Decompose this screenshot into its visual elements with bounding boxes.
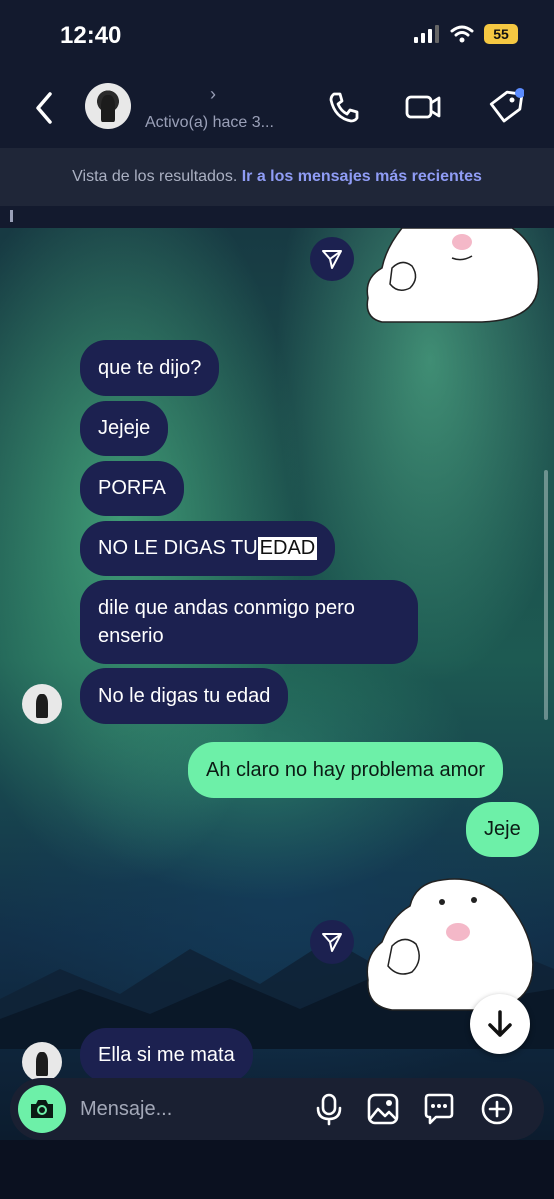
message-text: No le digas tu edad [98, 684, 271, 707]
presence-status[interactable]: Activo(a) hace 3... [145, 114, 274, 132]
chat-header: › Activo(a) hace 3... [0, 70, 554, 148]
message-incoming[interactable]: NO LE DIGAS TU EDAD [80, 521, 336, 576]
status-bar: 12:40 55 [0, 0, 554, 70]
banner-divider [0, 206, 554, 228]
message-outgoing[interactable]: Ah claro no hay problema amor [188, 742, 504, 798]
message-text-line: dile que andas conmigo pero [98, 597, 355, 619]
share-button[interactable] [310, 237, 354, 281]
send-icon [322, 933, 342, 952]
message-incoming[interactable]: Ella si me mata [80, 1028, 253, 1082]
microphone-icon[interactable] [312, 1092, 346, 1126]
bottom-safe-area [0, 1140, 554, 1199]
chat-bubble-icon[interactable] [422, 1092, 456, 1126]
message-incoming[interactable]: PORFA [80, 461, 184, 516]
message-text: PORFA [98, 477, 166, 499]
jump-to-recent-link[interactable]: Ir a los mensajes más recientes [242, 168, 482, 185]
message-incoming[interactable]: No le digas tu edad [80, 668, 289, 724]
scroll-to-bottom-button[interactable] [470, 994, 530, 1054]
image-icon[interactable] [366, 1092, 400, 1126]
chevron-right-icon[interactable]: › [210, 84, 216, 105]
message-incoming[interactable]: dile que andas conmigo pero enserio [80, 580, 418, 664]
arrow-down-icon [488, 1010, 512, 1037]
sender-avatar[interactable] [22, 1042, 62, 1082]
message-text: Ah claro no hay problema amor [206, 758, 486, 781]
search-results-banner: Vista de los resultados. Ir a los mensaj… [0, 148, 554, 206]
message-text: NO LE DIGAS TU [98, 537, 258, 559]
message-outgoing[interactable]: Jeje [466, 802, 539, 857]
camera-button[interactable] [18, 1085, 66, 1133]
camera-icon [31, 1100, 53, 1118]
message-text: Jeje [484, 818, 521, 840]
contact-avatar[interactable] [85, 83, 131, 129]
tag-icon[interactable] [486, 88, 524, 126]
chat-screen: 12:40 55 › Activo(a) hace 3... Vista de … [0, 0, 554, 1199]
banner-text: Vista de los resultados. [72, 168, 242, 185]
video-icon[interactable] [404, 88, 442, 126]
plus-icon[interactable] [480, 1092, 514, 1126]
sticker-thumbs-up[interactable] [362, 228, 548, 324]
message-text: Ella si me mata [98, 1043, 235, 1066]
back-icon[interactable] [30, 90, 60, 126]
wifi-icon [450, 25, 474, 43]
message-composer [10, 1078, 544, 1140]
message-incoming[interactable]: que te dijo? [80, 340, 220, 396]
clock: 12:40 [60, 22, 122, 49]
message-text: Jejeje [98, 417, 151, 439]
message-text: que te dijo? [98, 356, 202, 379]
status-icons: 55 [414, 24, 518, 44]
scrollbar[interactable] [544, 470, 548, 720]
message-incoming[interactable]: Jejeje [80, 401, 169, 456]
signal-icon [414, 25, 439, 43]
battery-indicator: 55 [484, 24, 518, 44]
message-input[interactable] [80, 1090, 300, 1128]
message-text-line: enserio [98, 625, 164, 647]
scroll-tick [10, 210, 13, 222]
send-icon [322, 250, 342, 269]
sender-avatar[interactable] [22, 684, 62, 724]
search-highlight: EDAD [257, 537, 318, 560]
phone-icon[interactable] [325, 88, 363, 126]
share-button[interactable] [310, 920, 354, 964]
sticker-thumbs-up[interactable] [362, 876, 542, 1012]
